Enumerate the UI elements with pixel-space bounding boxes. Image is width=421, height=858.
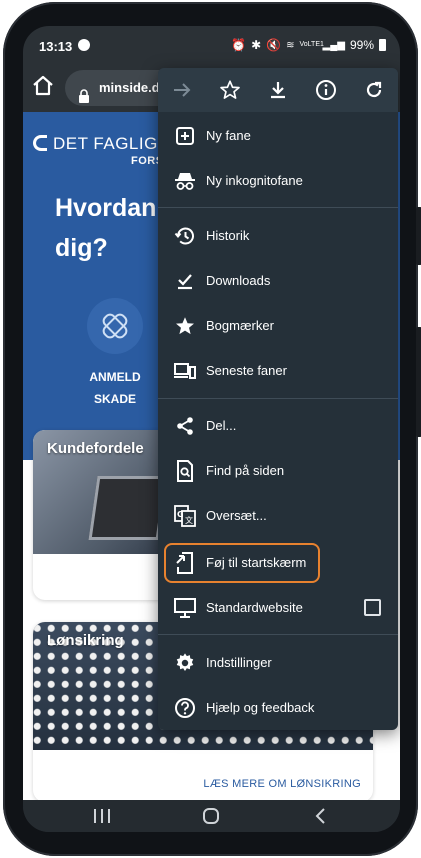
notification-icon	[78, 39, 90, 51]
menu-item-new-tab[interactable]: Ny fane	[158, 114, 398, 158]
menu-item-label: Hjælp og feedback	[206, 700, 315, 715]
mute-icon: 🔇	[266, 38, 282, 52]
browser-overflow-menu: Ny fane Ny inkognitofane Historik Downlo	[158, 68, 398, 730]
menu-item-label: Indstillinger	[206, 655, 272, 670]
svg-text:文: 文	[185, 515, 193, 525]
alarm-icon: ⏰	[231, 38, 247, 52]
recent-tabs-icon	[173, 359, 197, 383]
card-link[interactable]: LÆS MERE OM LØNSIKRING	[203, 778, 361, 790]
hero-title-line2: dig?	[55, 234, 108, 262]
menu-item-desktop-site[interactable]: Standardwebsite	[158, 586, 398, 630]
menu-item-label: Del...	[206, 418, 237, 433]
menu-item-label: Historik	[206, 228, 250, 243]
claim-label[interactable]: ANMELD SKADE	[75, 366, 155, 410]
translate-icon: G文	[173, 504, 197, 528]
lock-icon	[78, 81, 90, 106]
back-icon[interactable]	[309, 806, 331, 826]
menu-item-incognito[interactable]: Ny inkognitofane	[158, 159, 398, 203]
menu-divider	[158, 207, 398, 208]
history-icon	[173, 224, 197, 248]
find-in-page-icon	[173, 459, 197, 483]
menu-item-label: Seneste faner	[206, 363, 287, 378]
screen: 13:13 ⏰ ✱ 🔇 ≋ VoLTE1 ▂▄▆ 99% minside.det…	[23, 26, 400, 832]
battery-icon	[379, 39, 386, 51]
battery-label: 99%	[349, 38, 374, 52]
menu-divider	[158, 634, 398, 635]
share-icon	[173, 414, 197, 438]
menu-item-help[interactable]: Hjælp og feedback	[158, 686, 398, 730]
svg-text:G: G	[177, 510, 184, 519]
reload-icon[interactable]	[362, 78, 386, 102]
system-nav-bar	[23, 800, 400, 832]
phone-frame: 13:13 ⏰ ✱ 🔇 ≋ VoLTE1 ▂▄▆ 99% minside.det…	[3, 2, 421, 856]
home-nav-icon[interactable]	[200, 806, 222, 826]
volume-button	[416, 207, 421, 265]
menu-item-downloads[interactable]: Downloads	[158, 259, 398, 303]
help-icon	[173, 696, 197, 720]
menu-item-label: Find på siden	[206, 463, 285, 478]
card-title: Lønsikring	[47, 632, 124, 649]
logo-mark-icon	[33, 135, 47, 151]
hero-title: Hvordan dig?	[55, 188, 156, 268]
menu-item-label: Ny fane	[206, 128, 251, 143]
menu-item-label: Bogmærker	[206, 318, 274, 333]
menu-item-label: Ny inkognitofane	[206, 173, 303, 188]
signal-icon: ▂▄▆	[322, 39, 345, 51]
hero-title-line1: Hvordan	[55, 194, 157, 222]
incognito-icon	[173, 169, 197, 193]
claim-button[interactable]	[87, 298, 143, 354]
menu-item-bookmarks[interactable]: Bogmærker	[158, 304, 398, 348]
menu-divider	[158, 398, 398, 399]
card-title: Kundefordele	[47, 440, 144, 457]
status-time: 13:13	[39, 39, 73, 54]
menu-item-translate[interactable]: G文 Oversæt...	[158, 494, 398, 538]
status-icons: ⏰ ✱ 🔇 ≋ VoLTE1 ▂▄▆ 99%	[231, 38, 386, 52]
downloads-icon	[173, 269, 197, 293]
new-tab-icon	[173, 124, 197, 148]
bandage-icon	[102, 313, 128, 339]
wifi-icon: ≋	[286, 39, 295, 51]
menu-toolbar	[158, 68, 398, 112]
settings-icon	[173, 651, 197, 675]
forward-icon[interactable]	[170, 78, 194, 102]
desktop-icon	[173, 596, 197, 620]
site-logo[interactable]: DET FAGLIGE FORS	[33, 134, 170, 167]
status-bar: 13:13 ⏰ ✱ 🔇 ≋ VoLTE1 ▂▄▆ 99%	[23, 26, 400, 64]
power-button	[416, 327, 421, 437]
menu-item-find-in-page[interactable]: Find på siden	[158, 449, 398, 493]
menu-item-share[interactable]: Del...	[158, 404, 398, 448]
desktop-site-checkbox[interactable]	[364, 599, 381, 616]
menu-item-label: Standardwebsite	[206, 600, 303, 615]
star-icon[interactable]	[218, 78, 242, 102]
info-icon[interactable]	[314, 78, 338, 102]
bluetooth-icon: ✱	[251, 38, 262, 52]
menu-item-label: Downloads	[206, 273, 271, 288]
menu-item-settings[interactable]: Indstillinger	[158, 641, 398, 685]
claim-label-line1: ANMELD	[89, 370, 141, 384]
menu-item-recent-tabs[interactable]: Seneste faner	[158, 349, 398, 393]
claim-label-line2: SKADE	[93, 392, 136, 406]
menu-item-label: Oversæt...	[206, 508, 267, 523]
network-label: VoLTE1	[299, 41, 324, 48]
logo-text: DET FAGLIGE	[53, 134, 170, 153]
recents-icon[interactable]	[91, 806, 113, 826]
menu-item-history[interactable]: Historik	[158, 214, 398, 258]
download-icon[interactable]	[266, 78, 290, 102]
home-icon[interactable]	[31, 74, 55, 98]
bookmarks-icon	[173, 314, 197, 338]
highlight-frame	[164, 543, 320, 583]
